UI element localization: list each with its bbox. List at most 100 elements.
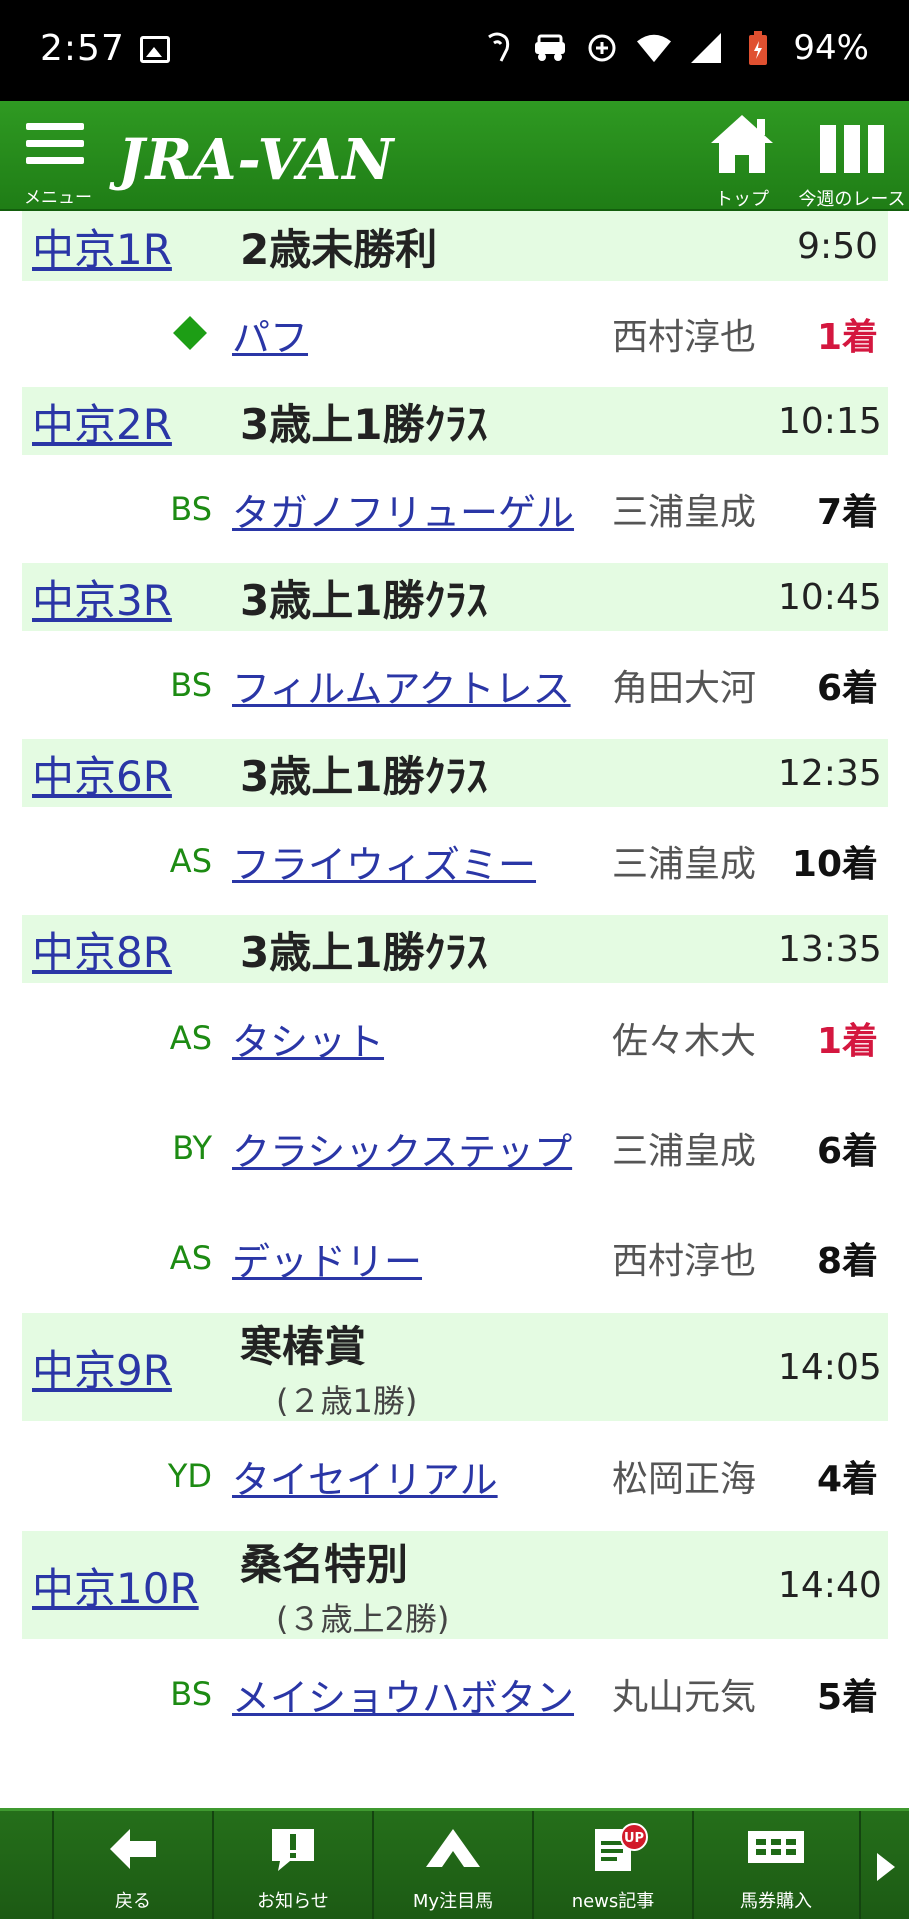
race-name-text: 3歳上1勝ｸﾗｽ [240, 575, 488, 625]
home-icon [711, 115, 773, 173]
horse-row: BY クラシックステップ 三浦皇成 6着 [22, 1093, 888, 1203]
status-icons: 94% [481, 28, 869, 68]
finish-place: 8着 [816, 1241, 878, 1282]
finish-place: 4着 [816, 1459, 878, 1500]
notice-button[interactable]: お知らせ [212, 1811, 372, 1919]
horse-row: パフ 西村淳也 1着 [22, 281, 888, 387]
ticket-icon [748, 1831, 804, 1863]
race-row: 中京3R 3歳上1勝ｸﾗｽ 10:45 [22, 563, 888, 631]
race-name-text: 3歳上1勝ｸﾗｽ [240, 927, 488, 977]
horse-row: BS フィルムアクトレス 角田大河 6着 [22, 631, 888, 739]
jockey-name: 三浦皇成 [612, 1131, 757, 1172]
race-time: 14:40 [778, 1564, 882, 1606]
race-name: 2歳未勝利 [240, 216, 778, 277]
finish-place: 7着 [816, 492, 878, 533]
race-name-text: 桑名特別 [240, 1539, 409, 1589]
horse-mark: BS [170, 666, 212, 704]
image-notification-icon [140, 36, 170, 63]
news-up-badge: UP [620, 1823, 648, 1851]
race-row: 中京10R 桑名特別 (３歳上2勝) 14:40 [22, 1531, 888, 1639]
race-name-text: 2歳未勝利 [240, 224, 438, 274]
my-horse-icon [426, 1829, 480, 1867]
horse-row: AS フライウィズミー 三浦皇成 10着 [22, 807, 888, 915]
race-time: 10:45 [778, 576, 882, 618]
back-label: 戻る [115, 1891, 151, 1912]
horse-name-link[interactable]: メイショウハボタン [232, 1667, 612, 1722]
finish-place: 6着 [816, 668, 878, 709]
jockey-name: 角田大河 [612, 668, 757, 709]
horse-name-link[interactable]: フライウィズミー [232, 834, 612, 889]
race-name: 3歳上1勝ｸﾗｽ [240, 743, 778, 804]
this-week-races-label: 今週のレース [798, 189, 906, 210]
race-row: 中京8R 3歳上1勝ｸﾗｽ 13:35 [22, 915, 888, 983]
horse-mark: AS [169, 1019, 212, 1057]
horse-mark: AS [169, 842, 212, 880]
horse-name-link[interactable]: フィルムアクトレス [232, 658, 612, 713]
horse-mark: BS [170, 490, 212, 528]
signal-icon [689, 31, 723, 65]
home-button[interactable]: トップ [702, 111, 782, 211]
status-bar: 2:57 94% [0, 0, 909, 101]
race-time: 14:05 [778, 1346, 882, 1388]
status-time: 2:57 [40, 28, 125, 69]
home-label: トップ [715, 189, 769, 210]
battery-percent: 94% [793, 28, 869, 68]
jockey-name: 松岡正海 [612, 1459, 757, 1500]
race-name: 3歳上1勝ｸﾗｽ [240, 919, 778, 980]
data-saver-icon [585, 31, 619, 65]
news-label: news記事 [571, 1891, 655, 1912]
race-link[interactable]: 中京1R [22, 216, 240, 277]
jockey-name: 三浦皇成 [612, 492, 757, 533]
race-name: 3歳上1勝ｸﾗｽ [240, 391, 778, 452]
nav-next-arrow-icon[interactable] [859, 1811, 909, 1919]
ticket-purchase-button[interactable]: 馬券購入 [692, 1811, 858, 1919]
back-button[interactable]: 戻る [52, 1811, 212, 1919]
race-list: 中京1R 2歳未勝利 9:50 パフ 西村淳也 1着 中京2R 3歳上1勝ｸﾗｽ… [22, 211, 888, 1749]
jra-van-logo[interactable]: JRA-VAN [118, 127, 394, 193]
car-icon [533, 31, 567, 65]
notice-label: お知らせ [257, 1891, 329, 1912]
race-row: 中京2R 3歳上1勝ｸﾗｽ 10:15 [22, 387, 888, 455]
race-link[interactable]: 中京8R [22, 919, 240, 980]
finish-place: 10着 [791, 844, 878, 885]
race-time: 10:15 [778, 400, 882, 442]
finish-place: 1着 [816, 317, 878, 358]
menu-label: メニュー [24, 188, 92, 208]
horse-row: AS デッドリー 西村淳也 8着 [22, 1203, 888, 1313]
horse-mark: BY [172, 1129, 212, 1167]
race-link[interactable]: 中京6R [22, 743, 240, 804]
wifi-icon [637, 31, 672, 65]
race-link[interactable]: 中京2R [22, 391, 240, 452]
race-link[interactable]: 中京3R [22, 567, 240, 628]
race-name-text: 3歳上1勝ｸﾗｽ [240, 399, 488, 449]
my-horse-label: My注目馬 [412, 1891, 494, 1912]
race-link[interactable]: 中京10R [22, 1555, 240, 1616]
horse-name-link[interactable]: クラシックステップ [232, 1121, 612, 1176]
race-time: 13:35 [778, 928, 882, 970]
horse-row: AS タシット 佐々木大 1着 [22, 983, 888, 1093]
race-time: 9:50 [797, 225, 878, 267]
finish-place: 6着 [816, 1131, 878, 1172]
this-week-races-button[interactable]: 今週のレース [796, 111, 908, 211]
horse-mark: YD [167, 1457, 212, 1495]
horse-name-link[interactable]: タイセイリアル [232, 1449, 612, 1504]
my-horse-button[interactable]: My注目馬 [372, 1811, 532, 1919]
race-link[interactable]: 中京9R [22, 1337, 240, 1398]
jockey-name: 佐々木大 [612, 1021, 757, 1062]
columns-icon [820, 125, 884, 173]
horse-name-link[interactable]: タガノフリューゲル [232, 482, 612, 537]
horse-name-link[interactable]: パフ [232, 307, 612, 362]
jockey-name: 三浦皇成 [612, 844, 757, 885]
menu-button[interactable]: メニュー [18, 119, 94, 208]
nfc-icon [481, 31, 515, 65]
horse-name-link[interactable]: デッドリー [232, 1231, 612, 1286]
horse-mark: AS [169, 1239, 212, 1277]
horse-name-link[interactable]: タシット [232, 1011, 612, 1066]
news-button[interactable]: news記事 [532, 1811, 692, 1919]
race-row: 中京1R 2歳未勝利 9:50 [22, 211, 888, 281]
race-name-text: 寒椿賞 [240, 1321, 367, 1371]
jockey-name: 丸山元気 [612, 1677, 757, 1718]
ticket-purchase-label: 馬券購入 [740, 1891, 812, 1912]
bottom-nav: 戻る お知らせ My注目馬 news記事 UP 馬券購入 [0, 1808, 909, 1919]
race-condition: (２歳1勝) [276, 1381, 418, 1420]
